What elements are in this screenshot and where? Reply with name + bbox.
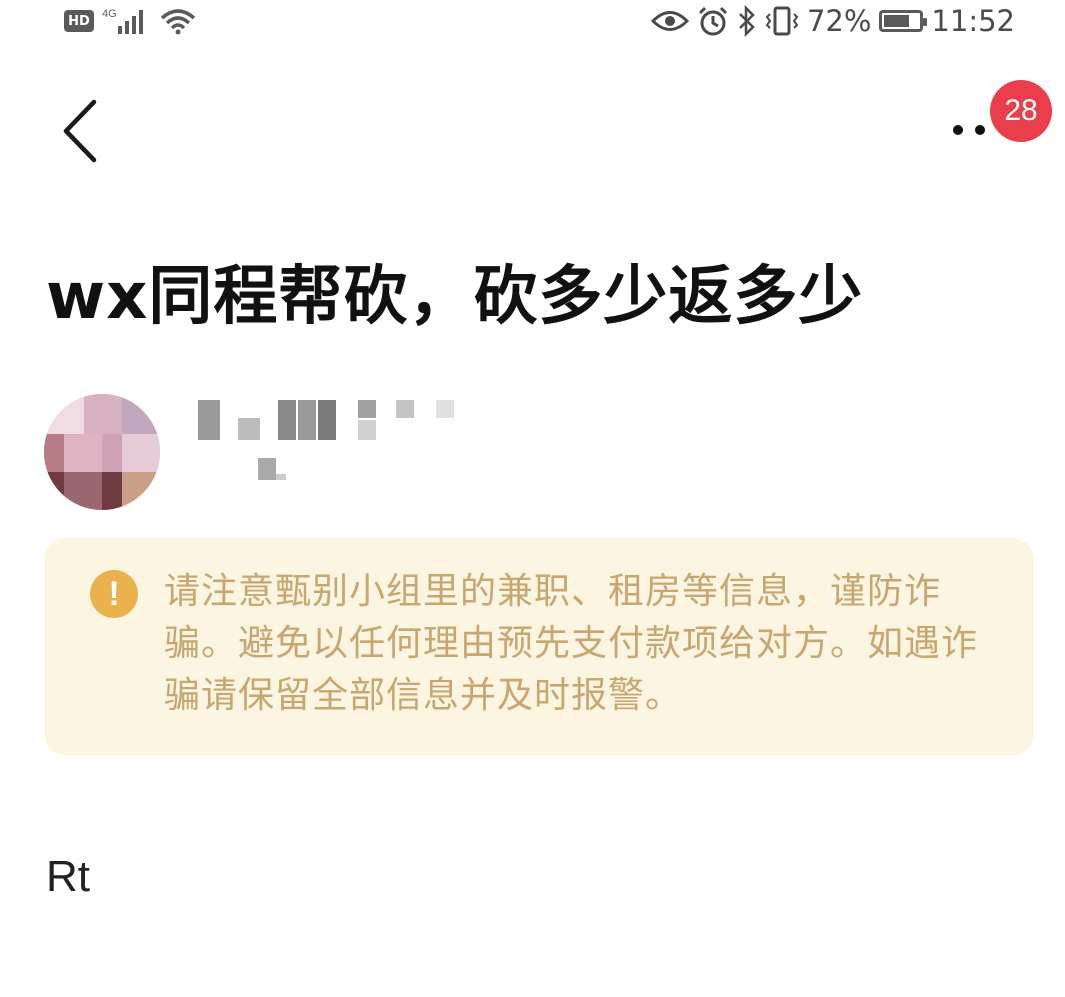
status-right: 72% 11:52 — [650, 4, 1015, 38]
author-info[interactable] — [44, 382, 644, 510]
wifi-icon — [160, 9, 196, 35]
author-name-pixelated[interactable] — [198, 400, 518, 440]
fraud-warning-notice: ! 请注意甄别小组里的兼职、租房等信息，谨防诈骗。避免以任何理由预先支付款项给对… — [44, 538, 1034, 756]
notification-badge[interactable]: 28 — [990, 80, 1052, 142]
avatar[interactable] — [44, 394, 160, 510]
chevron-left-icon — [63, 99, 97, 163]
signal-icon: 4G — [102, 8, 143, 34]
status-left: HD 4G — [64, 6, 198, 36]
post-body: Rt — [46, 852, 90, 901]
battery-fill — [884, 15, 909, 27]
vibrate-icon — [765, 6, 799, 36]
exclamation-circle-icon: ! — [90, 570, 138, 618]
battery-icon — [879, 10, 928, 32]
eye-icon — [650, 11, 689, 31]
battery-percent: 72% — [806, 4, 872, 38]
network-label: 4G — [102, 8, 117, 20]
notice-text: 请注意甄别小组里的兼职、租房等信息，谨防诈骗。避免以任何理由预先支付款项给对方。… — [164, 571, 979, 716]
author-meta-pixelated — [258, 458, 286, 480]
alarm-icon — [698, 6, 728, 36]
hd-icon: HD — [64, 10, 94, 32]
status-time: 11:52 — [931, 4, 1015, 38]
status-bar: HD 4G 72% 11:52 — [0, 0, 1065, 44]
avatar-pixelated-image — [44, 394, 160, 510]
bluetooth-icon — [739, 5, 755, 37]
back-button[interactable] — [56, 96, 108, 166]
post-title: wx同程帮砍，砍多少返多少 — [46, 260, 864, 334]
